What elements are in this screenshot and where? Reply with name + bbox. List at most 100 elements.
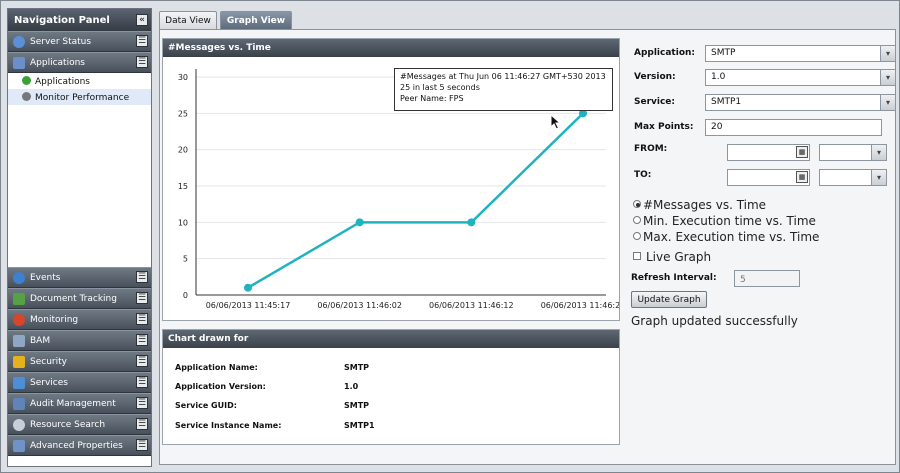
expand-icon[interactable]: ☰ [136,35,148,47]
y-tick-label: 20 [178,146,188,155]
expand-icon[interactable]: ☰ [136,56,148,68]
expand-icon[interactable]: ☰ [136,439,148,451]
application-window: Navigation Panel « Server Status ☰ Appli… [0,0,900,473]
nav-section-audit-management[interactable]: Audit Management ☰ [8,393,151,414]
expand-icon[interactable]: ☰ [136,355,148,367]
y-tick-label: 5 [183,255,188,264]
calendar-icon[interactable]: ▦ [796,171,808,183]
tooltip-line-2: 25 in last 5 seconds [400,83,480,92]
radio-max-execution-time[interactable]: Max. Execution time vs. Time [633,230,819,244]
collapse-panel-icon[interactable]: « [136,14,148,26]
version-label: Version: [634,72,676,82]
audit-management-icon [13,398,25,410]
chevron-down-icon[interactable]: ▾ [880,46,895,61]
max-points-label: Max Points: [634,122,694,132]
update-graph-button[interactable]: Update Graph [631,291,707,308]
nav-section-events[interactable]: Events ☰ [8,267,151,288]
nav-section-label: Applications [30,58,85,68]
info-label-application-version: Application Version: [175,382,266,391]
application-select-value: SMTP [711,48,736,58]
nav-section-label: Events [30,273,61,283]
nav-section-label: Security [30,357,67,367]
live-graph-checkbox[interactable]: Live Graph [633,250,711,264]
info-value-service-instance-name: SMTP1 [344,421,375,430]
expand-icon[interactable]: ☰ [136,376,148,388]
chart-panel-title: #Messages vs. Time [163,39,619,57]
version-select[interactable]: 1.0 ▾ [705,69,896,86]
nav-section-monitoring[interactable]: Monitoring ☰ [8,309,151,330]
mouse-pointer-icon [550,114,562,130]
nav-section-label: Audit Management [30,399,116,409]
expand-icon[interactable]: ☰ [136,334,148,346]
nav-section-label: Advanced Properties [30,441,123,451]
chevron-down-icon[interactable]: ▾ [871,145,886,160]
nav-section-resource-search[interactable]: Resource Search ☰ [8,414,151,435]
service-select[interactable]: SMTP1 ▾ [705,94,896,111]
server-status-icon [13,36,25,48]
tooltip-line-1: #Messages at Thu Jun 06 11:46:27 GMT+530… [400,72,606,81]
chevron-down-icon[interactable]: ▾ [880,70,895,85]
expand-icon[interactable]: ☰ [136,397,148,409]
nav-section-label: Services [30,378,68,388]
nav-section-label: Document Tracking [30,294,117,304]
radio-messages-vs-time[interactable]: #Messages vs. Time [633,198,766,212]
radio-unselected-icon[interactable] [633,216,641,224]
nav-section-document-tracking[interactable]: Document Tracking ☰ [8,288,151,309]
y-tick-label: 10 [178,218,188,227]
nav-section-security[interactable]: Security ☰ [8,351,151,372]
y-tick-label: 0 [183,291,188,300]
nav-item-monitor-performance[interactable]: Monitor Performance [8,89,151,105]
applications-icon [13,57,25,69]
nav-section-services[interactable]: Services ☰ [8,372,151,393]
radio-unselected-icon[interactable] [633,232,641,240]
nav-section-label: Resource Search [30,420,106,430]
service-select-value: SMTP1 [711,97,742,107]
nav-section-label: Server Status [30,37,92,47]
expand-icon[interactable]: ☰ [136,292,148,304]
data-point [355,218,364,227]
x-tick-label: 06/06/2013 11:45:17 [206,301,291,310]
refresh-interval-input[interactable] [734,270,800,287]
security-icon [13,356,25,368]
tab-data-view[interactable]: Data View [159,11,217,29]
checkbox-icon[interactable] [633,252,641,260]
info-value-application-name: SMTP [344,363,370,372]
chevron-down-icon[interactable]: ▾ [880,95,895,110]
x-tick-label: 06/06/2013 11:46:02 [317,301,402,310]
radio-min-execution-time[interactable]: Min. Execution time vs. Time [633,214,816,228]
radio-label: Max. Execution time vs. Time [643,230,820,244]
nav-section-server-status[interactable]: Server Status ☰ [8,31,151,52]
nav-section-advanced-properties[interactable]: Advanced Properties ☰ [8,435,151,456]
info-label-application-name: Application Name: [175,363,258,372]
version-select-value: 1.0 [711,72,726,82]
nav-section-bam[interactable]: BAM ☰ [8,330,151,351]
radio-label: #Messages vs. Time [643,198,767,212]
info-label-service-instance-name: Service Instance Name: [175,421,282,430]
nav-section-label: BAM [30,336,51,346]
application-select[interactable]: SMTP ▾ [705,45,896,62]
calendar-icon[interactable]: ▦ [796,146,808,158]
data-point [244,283,252,292]
chevron-down-icon[interactable]: ▾ [871,170,886,185]
tab-graph-view[interactable]: Graph View [220,11,292,29]
nav-section-applications[interactable]: Applications ☰ [8,52,151,73]
max-points-input[interactable]: 20 [705,119,882,136]
refresh-interval-label: Refresh Interval: [631,273,717,283]
nav-item-applications[interactable]: Applications [8,73,151,89]
resource-search-icon [13,419,25,431]
radio-selected-icon[interactable] [633,200,641,208]
to-time-select[interactable]: ▾ [819,169,887,186]
info-label-service-guid: Service GUID: [175,401,237,410]
expand-icon[interactable]: ☰ [136,271,148,283]
nav-empty-area [8,105,151,267]
data-point [467,218,476,227]
live-graph-label: Live Graph [646,250,712,264]
monitor-performance-icon [22,92,31,101]
from-label: FROM: [634,144,668,154]
services-icon [13,377,25,389]
document-tracking-icon [13,293,25,305]
expand-icon[interactable]: ☰ [136,313,148,325]
from-time-select[interactable]: ▾ [819,144,887,161]
radio-label: Min. Execution time vs. Time [643,214,816,228]
expand-icon[interactable]: ☰ [136,418,148,430]
